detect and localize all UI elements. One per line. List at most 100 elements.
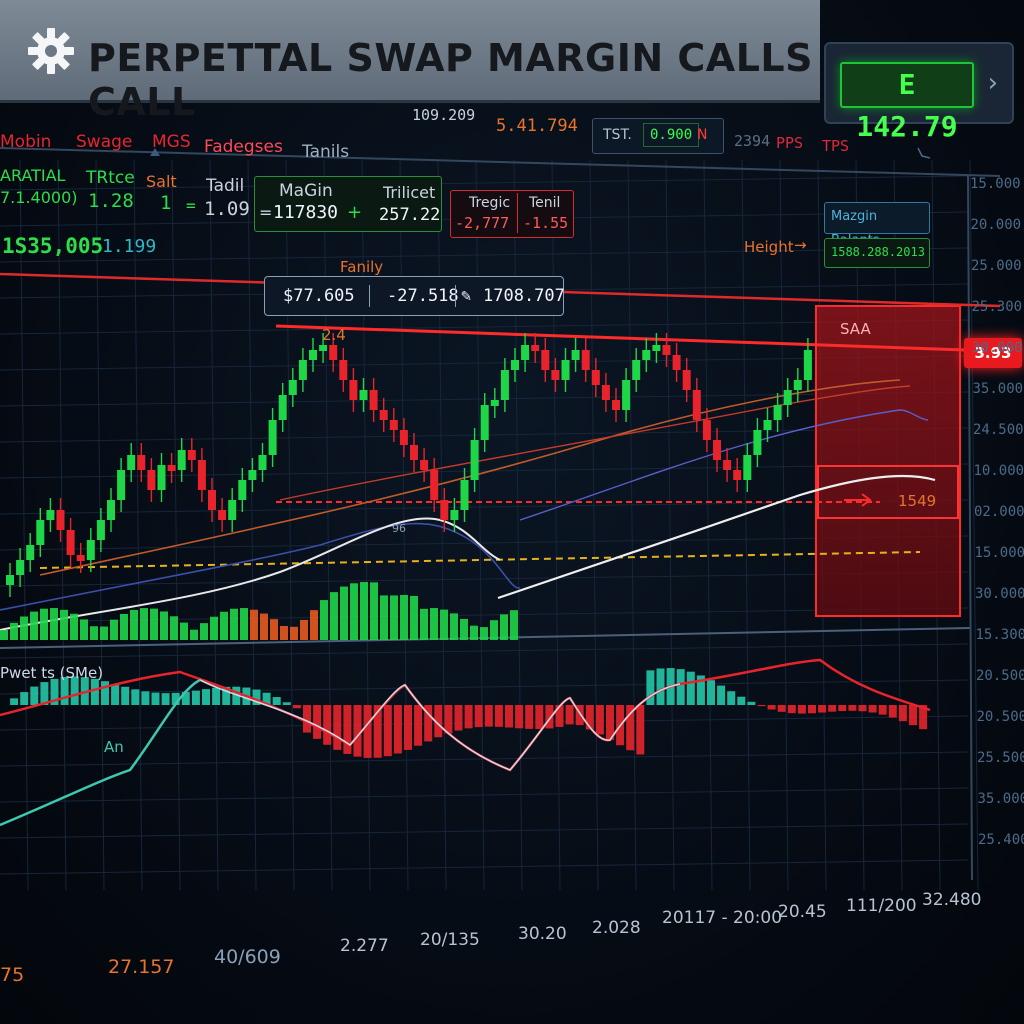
histogram-bar [565, 705, 574, 725]
tab-swage[interactable]: Swage [76, 132, 132, 152]
volume-bar [320, 600, 328, 640]
candle-body [541, 350, 550, 370]
candle-body [167, 465, 176, 471]
candle-body [733, 470, 742, 480]
candle-body [783, 390, 792, 405]
tst-label: TST. [603, 127, 632, 143]
loss-alert-box[interactable]: Tregic Tenil -2,777 -1.55 [450, 190, 574, 238]
readout-2: 5.41.794 [496, 116, 578, 136]
candle-body [379, 410, 388, 420]
partial-value: 7.1.4000) [0, 188, 78, 207]
candle-body [117, 470, 126, 500]
histogram-bar [848, 705, 857, 711]
equals-sign-1: = [186, 196, 196, 215]
margin-box[interactable]: MaGin = 117830 + Trilicet 257.22 [254, 176, 442, 232]
volume-bar [340, 586, 348, 640]
histogram-bar [272, 697, 281, 705]
x-tick: 20/135 [420, 930, 480, 950]
arrow-value-label: 1549 [898, 492, 937, 510]
an-label: An [104, 738, 124, 756]
volume-bar [370, 582, 378, 640]
trading-chart[interactable] [0, 0, 1024, 1024]
trice-value: 1.28 [88, 190, 134, 212]
gear-icon[interactable] [26, 26, 76, 76]
candle-body [16, 560, 25, 575]
candle-body [26, 545, 35, 560]
histogram-bar [111, 683, 120, 705]
volume-bar [0, 630, 8, 640]
volume-bar [220, 611, 228, 640]
y-tick: 25.400 [978, 832, 1024, 848]
histogram-bar [727, 691, 736, 705]
histogram-bar [818, 705, 827, 713]
chevron-right-icon[interactable]: › [988, 68, 998, 98]
candle-body [601, 385, 610, 400]
histogram-bar [505, 705, 513, 728]
margin-balance-button[interactable]: Mazgin Balants [824, 202, 930, 248]
histogram-bar [757, 705, 766, 707]
volume-bar [470, 625, 478, 640]
alert-value-1: -2,777 [455, 214, 510, 232]
volume-bar [110, 619, 118, 640]
histogram-bar [323, 705, 332, 745]
volume-bar [250, 609, 258, 640]
grid-line-v [551, 159, 561, 891]
trilicet-value: 257.22 [379, 205, 441, 225]
volume-bar [20, 616, 28, 640]
volume-bar [90, 626, 98, 640]
histogram-bar [828, 705, 837, 712]
histogram-bar [838, 705, 847, 712]
volume-bar [240, 608, 248, 640]
tab-mobin[interactable]: Mobin [0, 132, 51, 152]
candle-body [773, 405, 782, 420]
volume-bar [160, 611, 168, 640]
drawing-tool-icon[interactable] [917, 147, 931, 159]
candle-body [672, 355, 681, 370]
tab-mgs[interactable]: MGS [152, 132, 191, 152]
histogram-bar [717, 685, 726, 705]
candle-body [702, 420, 711, 440]
histogram-bar [909, 705, 917, 726]
candle-body [309, 350, 317, 360]
x-tick: 2.277 [340, 936, 389, 956]
candle-body [571, 350, 580, 360]
balance-sub: 1.199 [102, 236, 157, 257]
trice-label: TRtce [86, 168, 135, 188]
tab-tanils[interactable]: Tanils [302, 142, 349, 162]
volume-bar [380, 595, 388, 640]
volume-bar [180, 622, 188, 640]
candle-body [258, 455, 267, 470]
histogram-bar [686, 671, 695, 705]
pencil-icon[interactable]: ✎ [461, 286, 471, 306]
margin-value: 117830 [273, 202, 339, 223]
y-tick: 30.000 [972, 340, 1023, 356]
histogram-bar [313, 705, 322, 739]
marker-label: 2.4 [322, 326, 346, 344]
candle-body [591, 370, 600, 385]
y-tick: 15.000 [974, 545, 1024, 561]
volume-bar [290, 626, 298, 640]
candle-body [743, 455, 752, 480]
volume-bar [80, 619, 88, 640]
histogram-bar [90, 678, 99, 705]
candle-body [399, 430, 408, 445]
candle-body [581, 350, 590, 370]
histogram-bar [868, 705, 877, 713]
grid-line-v [171, 159, 181, 891]
grid-line-v [209, 159, 219, 891]
tab-fadegses[interactable]: Fadegses [204, 137, 283, 157]
tst-value: 0.900 [643, 123, 700, 147]
candle-body [228, 500, 237, 520]
histogram-bar [595, 705, 604, 735]
price-widget[interactable]: E 142.79 › [824, 42, 1014, 143]
histogram-bar [464, 705, 473, 729]
histogram-bar [525, 705, 534, 729]
volume-bar [260, 613, 268, 640]
histogram-bar [444, 705, 453, 734]
volume-bar [510, 610, 518, 640]
tst-widget[interactable]: TST. 0.900 N [592, 118, 724, 154]
histogram-bar [333, 705, 342, 750]
candle-body [96, 520, 105, 540]
grid-line-h [0, 643, 969, 659]
liquidation-label: SAA [840, 320, 871, 338]
